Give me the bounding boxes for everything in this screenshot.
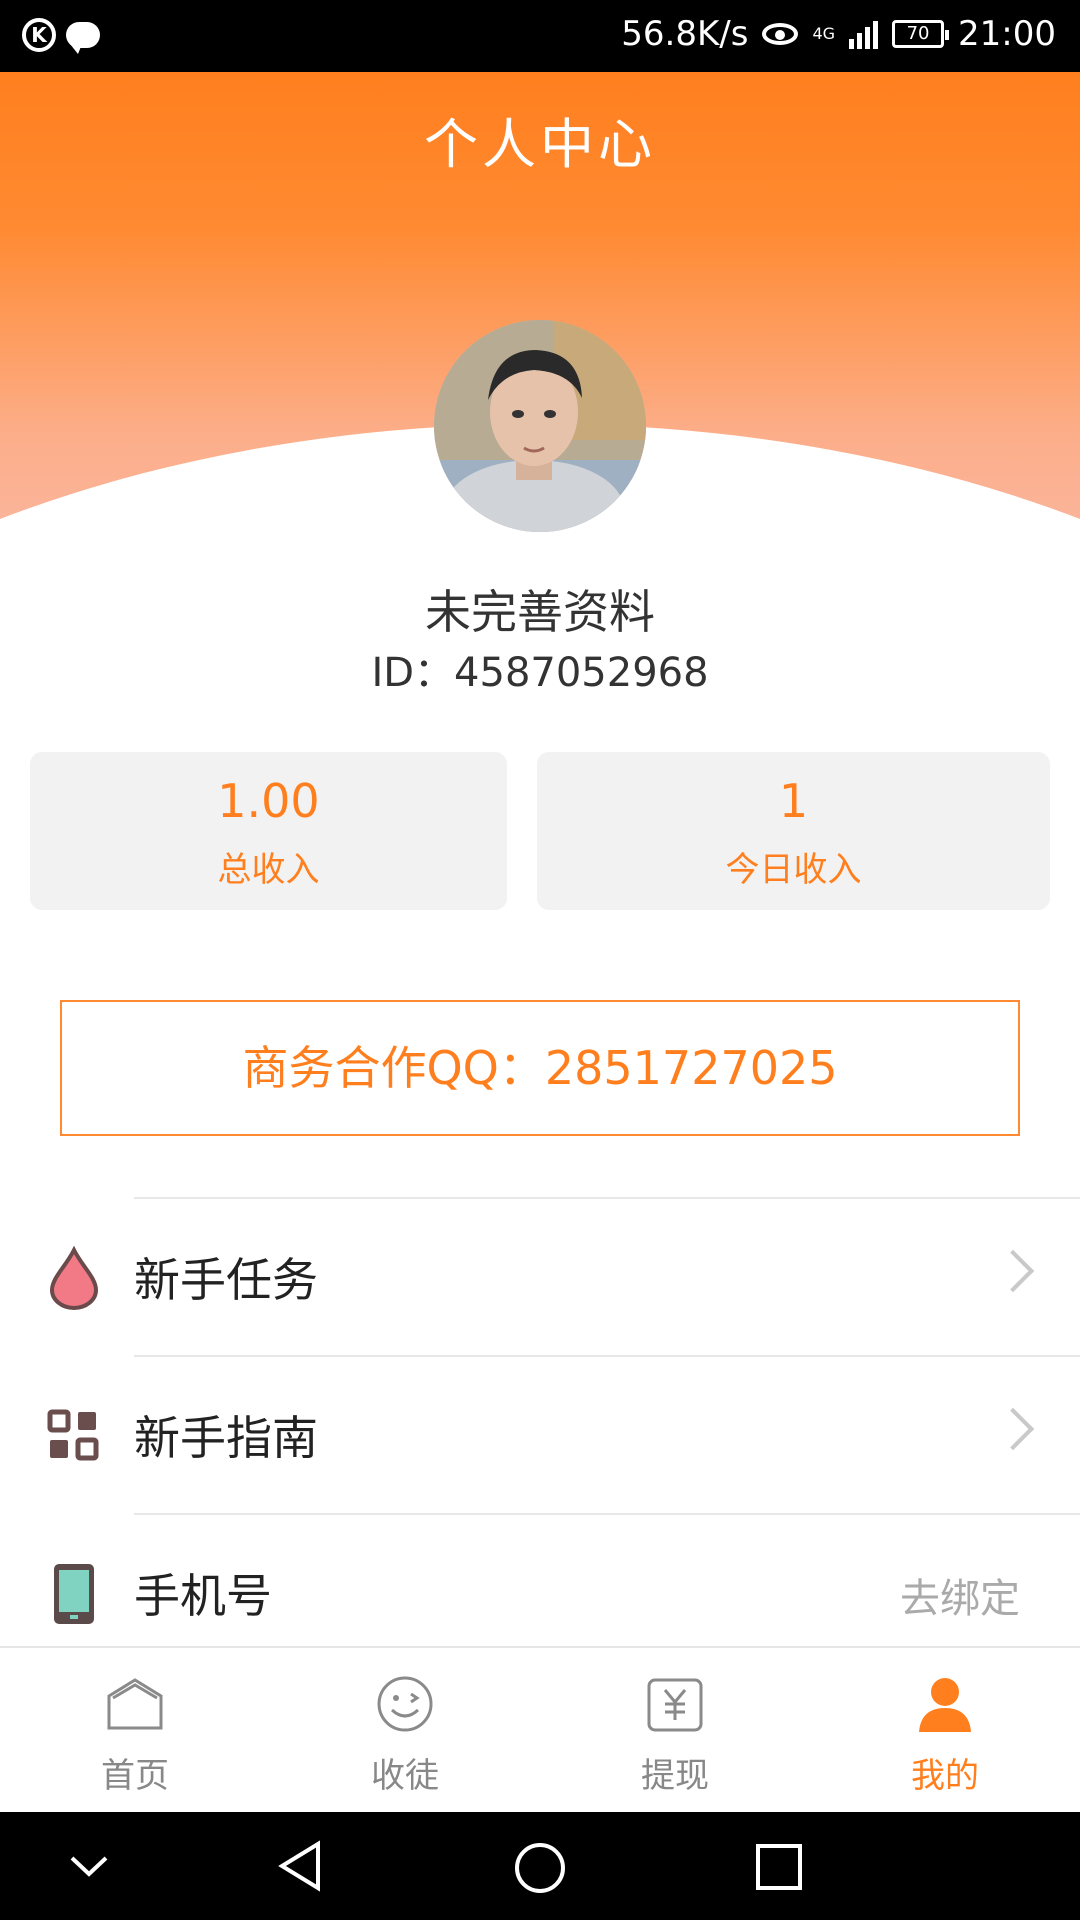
menu-item-label: 新手任务	[134, 1253, 318, 1307]
smile-icon	[377, 1676, 433, 1732]
bottom-nav: 首页 收徒 提现 我的	[0, 1646, 1080, 1814]
today-income-label: 今日收入	[725, 850, 862, 890]
chevron-down-icon[interactable]	[64, 1846, 114, 1886]
divider	[134, 1355, 1080, 1357]
total-income-card[interactable]: 1.00 总收入	[30, 752, 507, 910]
status-bar: K 56.8K/s 4G 70 21:00	[0, 0, 1080, 72]
clock: 21:00	[958, 14, 1056, 54]
network-speed: 56.8K/s	[621, 14, 749, 54]
nav-mine[interactable]: 我的	[810, 1648, 1080, 1814]
eye-comfort-icon	[762, 23, 799, 45]
today-income-value: 1	[778, 774, 809, 828]
today-income-card[interactable]: 1 今日收入	[537, 752, 1050, 910]
drop-icon	[49, 1246, 99, 1310]
system-nav-bar	[0, 1812, 1080, 1920]
page-title: 个人中心	[424, 113, 656, 176]
back-icon[interactable]	[274, 1840, 326, 1892]
nav-label: 收徒	[371, 1756, 439, 1796]
user-id: ID：4587052968	[371, 650, 709, 696]
menu-item-newbie-tasks[interactable]: 新手任务	[0, 1200, 1080, 1356]
business-qq-box[interactable]: 商务合作QQ：2851727025	[60, 1000, 1020, 1136]
nav-label: 我的	[911, 1756, 979, 1796]
menu-item-phone[interactable]: 手机号 去绑定	[0, 1516, 1080, 1644]
chevron-right-icon	[991, 1249, 1035, 1293]
recents-icon[interactable]	[754, 1842, 804, 1892]
total-income-value: 1.00	[217, 774, 320, 828]
bind-phone-link[interactable]: 去绑定	[900, 1566, 1020, 1624]
nav-label: 首页	[101, 1756, 169, 1796]
avatar[interactable]	[434, 320, 646, 532]
battery-icon: 70	[892, 20, 950, 48]
grid-icon	[47, 1409, 99, 1461]
nav-label: 提现	[641, 1756, 709, 1796]
total-income-label: 总收入	[217, 850, 320, 890]
home-button-icon[interactable]	[512, 1840, 568, 1896]
nav-apprentice[interactable]: 收徒	[270, 1648, 540, 1814]
app-k-icon: K	[22, 18, 56, 52]
home-icon	[107, 1678, 163, 1730]
menu-item-label: 新手指南	[134, 1411, 318, 1465]
phone-icon	[54, 1564, 94, 1624]
menu-item-label: 手机号	[134, 1569, 272, 1623]
signal-icon	[849, 19, 879, 49]
menu-item-newbie-guide[interactable]: 新手指南	[0, 1358, 1080, 1514]
person-icon	[919, 1678, 971, 1732]
chevron-right-icon	[991, 1407, 1035, 1451]
divider	[134, 1197, 1080, 1199]
nav-home[interactable]: 首页	[0, 1648, 270, 1814]
yuan-icon	[647, 1678, 703, 1732]
network-type: 4G	[812, 24, 836, 43]
divider	[134, 1513, 1080, 1515]
message-icon	[66, 22, 100, 54]
profile-name[interactable]: 未完善资料	[0, 576, 1080, 642]
nav-withdraw[interactable]: 提现	[540, 1648, 810, 1814]
